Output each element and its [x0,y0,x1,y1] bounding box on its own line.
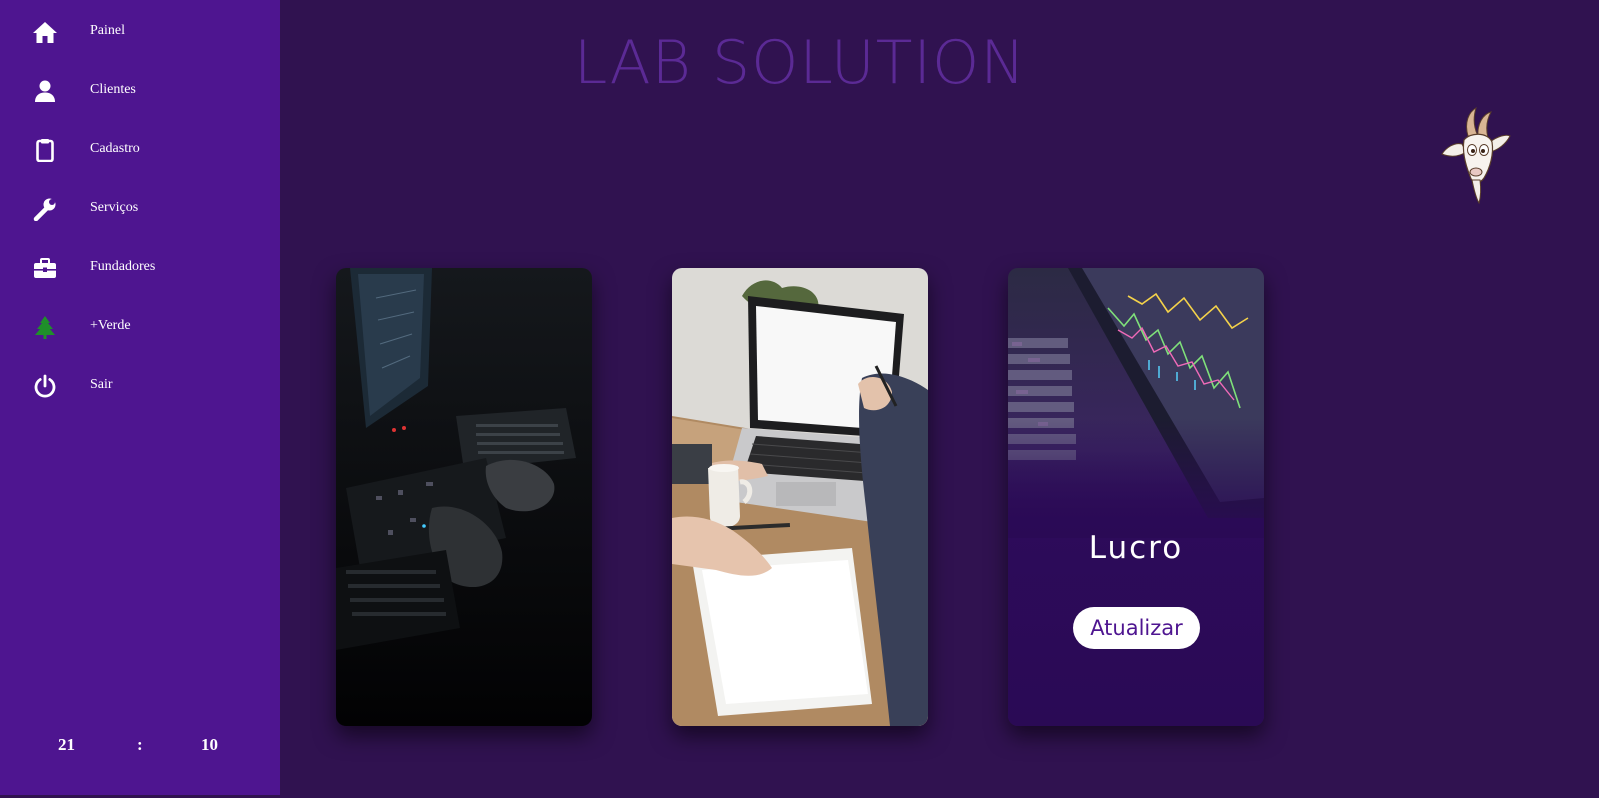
sidebar-item-clientes[interactable]: Clientes [0,71,280,111]
atualizar-button[interactable]: Atualizar [1073,607,1200,649]
sidebar-item-label: Fundadores [90,259,156,274]
sidebar-item-label: Sair [90,377,113,392]
sidebar-item-label: Cadastro [90,141,140,156]
sidebar-item-verde[interactable]: +Verde [0,307,280,347]
sidebar-item-fundadores[interactable]: Fundadores [0,248,280,288]
sidebar-item-servicos[interactable]: Serviços [0,189,280,229]
sidebar-item-label: Clientes [90,82,136,97]
clock: 21 : 10 [0,732,280,758]
sidebar-item-painel[interactable]: Painel [0,12,280,52]
sidebar: Painel Clientes Cadastro Serviços Fundad… [0,0,280,795]
user-icon [32,79,58,103]
tree-icon [32,315,58,339]
home-icon [32,20,58,44]
clock-hours: 21 [58,735,75,754]
card-laptop[interactable] [672,268,928,726]
sidebar-item-label: Painel [90,23,125,38]
briefcase-icon [32,256,58,280]
page-title: LAB SOLUTION [573,28,1027,98]
clipboard-icon [32,138,58,162]
sidebar-item-cadastro[interactable]: Cadastro [0,130,280,170]
card-hardware[interactable] [336,268,592,726]
laptop-desk-photo [672,268,928,726]
hardware-workbench-photo [336,268,592,726]
clock-separator: : [137,735,143,754]
sidebar-item-label: +Verde [90,318,131,333]
stock-chart-photo [1008,268,1264,726]
card-title: Lucro [1088,530,1184,566]
wrench-icon [32,197,58,221]
sidebar-item-sair[interactable]: Sair [0,366,280,406]
goat-mascot-image [1432,106,1512,206]
power-icon [32,374,58,398]
sidebar-item-label: Serviços [90,200,139,215]
clock-minutes: 10 [201,735,218,754]
card-lucro[interactable]: Lucro Atualizar [1008,268,1264,726]
